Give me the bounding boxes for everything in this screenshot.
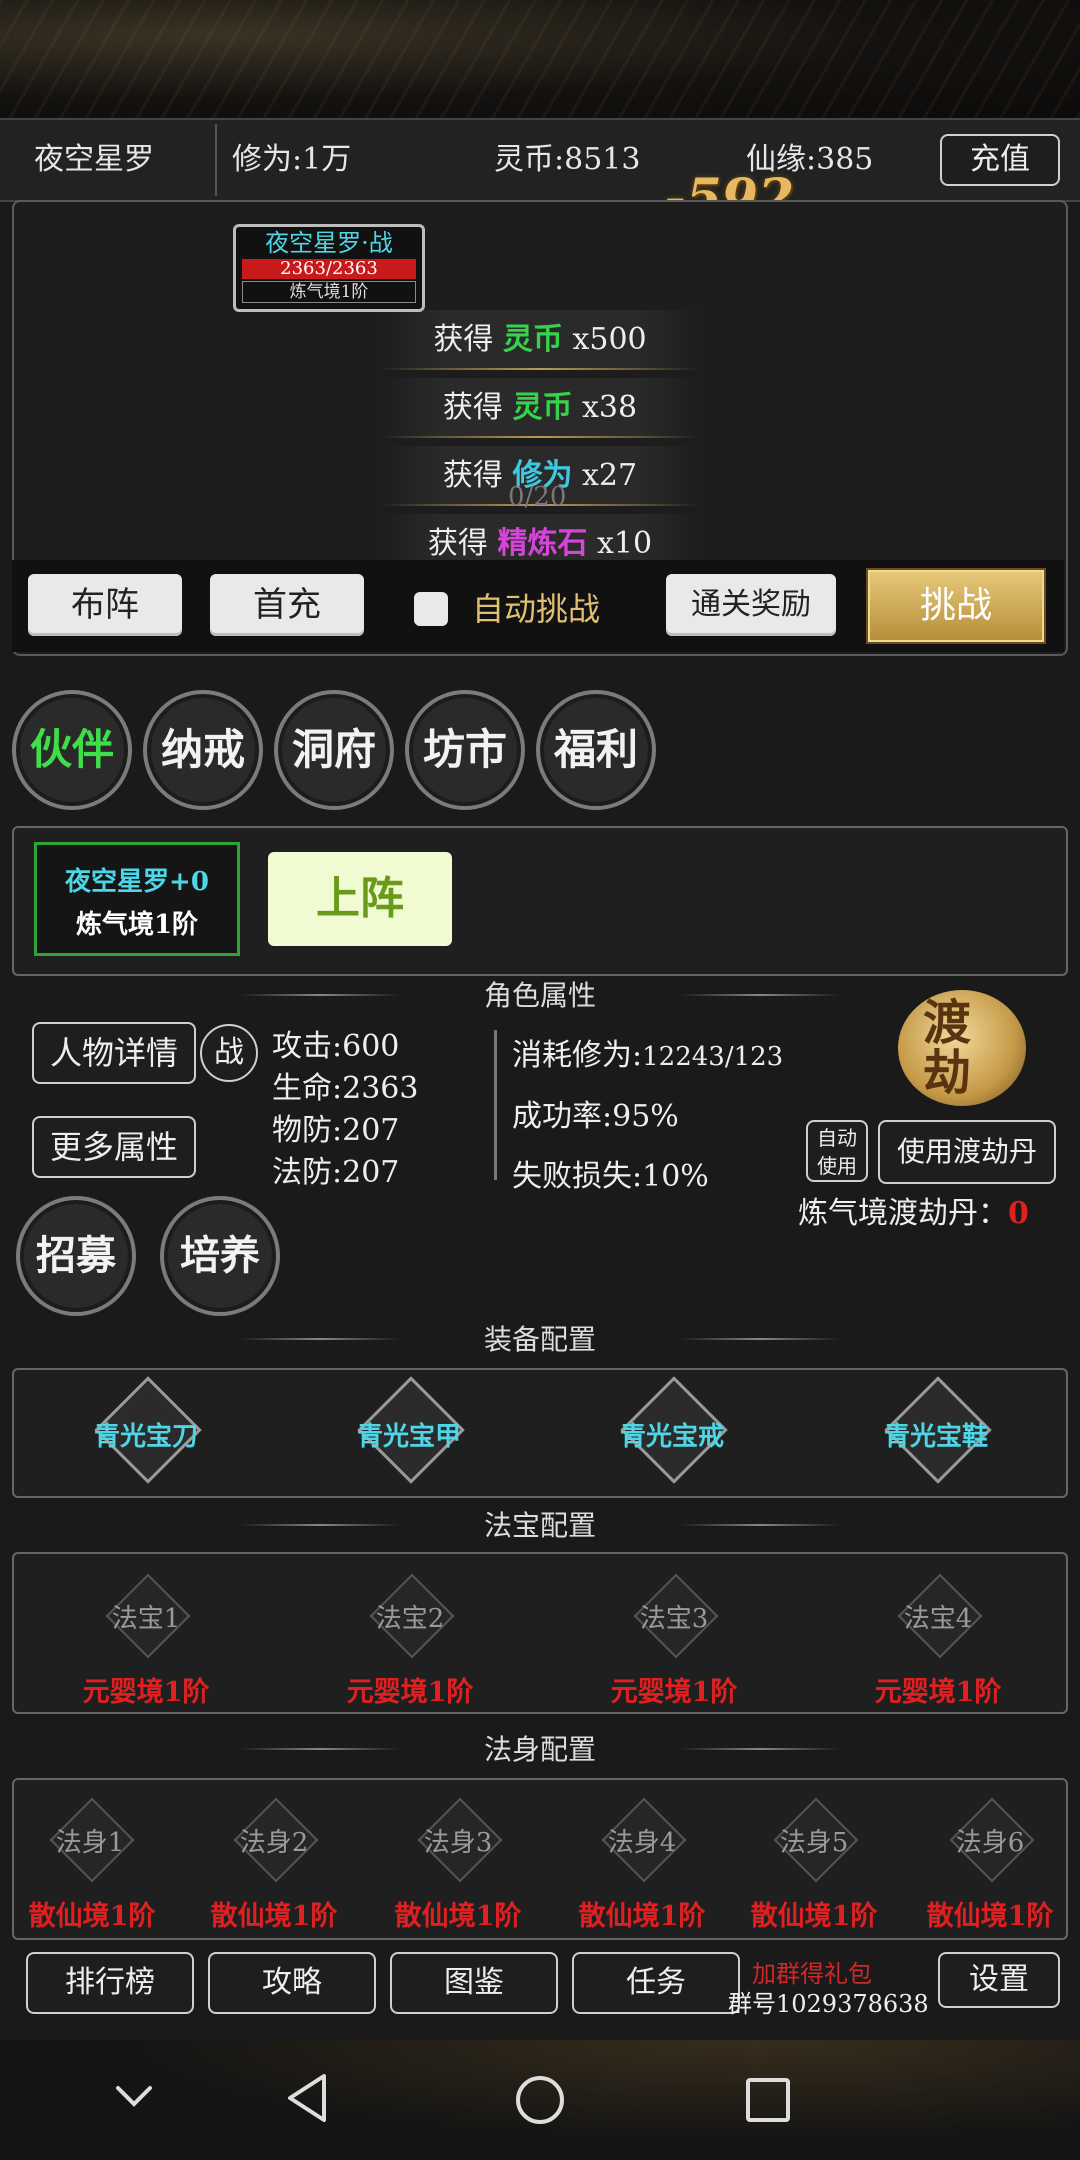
first-charge-button[interactable]: 首充 xyxy=(210,574,364,636)
divider xyxy=(215,124,217,196)
recent-apps-icon[interactable] xyxy=(744,2076,792,2124)
spirit-coin-value: 灵币:8513 xyxy=(494,142,641,177)
use-pill-button[interactable]: 使用渡劫丹 xyxy=(878,1120,1056,1184)
tasks-button[interactable]: 任务 xyxy=(572,1952,740,2014)
avatar-slot-label: 法身2 xyxy=(239,1828,309,1858)
treasures-title: 法宝配置 xyxy=(483,1509,596,1542)
home-icon[interactable] xyxy=(514,2074,566,2126)
character-detail-button[interactable]: 人物详情 xyxy=(32,1022,196,1084)
group-number[interactable]: 群号1029378638 xyxy=(728,1984,929,2019)
reward-line: 获得 灵币 x500 xyxy=(380,310,700,370)
avatar-slot-label: 法身1 xyxy=(55,1828,125,1858)
tab-storage-ring[interactable]: 纳戒 xyxy=(143,690,263,810)
tab-companion[interactable]: 伙伴 xyxy=(12,690,132,810)
avatar-slot-label: 法身6 xyxy=(955,1828,1025,1858)
recharge-button[interactable]: 充值 xyxy=(940,134,1060,186)
settings-button[interactable]: 设置 xyxy=(938,1952,1060,2008)
stat-pdef: 物防:207 xyxy=(272,1113,400,1148)
avatar-requirement: 散仙境1阶 xyxy=(750,1901,878,1932)
enemy-card[interactable]: 夜空星罗·战 2363/2363 炼气境1阶 xyxy=(233,224,425,312)
fail-loss: 失败损失:10% xyxy=(512,1159,709,1194)
enemy-name: 夜空星罗·战 xyxy=(265,229,393,257)
ranking-button[interactable]: 排行榜 xyxy=(26,1952,194,2014)
avatar-slot-label: 法身4 xyxy=(607,1828,677,1858)
cost-label: 消耗修为: xyxy=(512,1038,643,1073)
chevron-down-icon[interactable] xyxy=(114,2082,154,2112)
back-icon[interactable] xyxy=(284,2072,330,2124)
companion-realm: 炼气境1阶 xyxy=(75,910,199,940)
auto-use-toggle[interactable]: 自动 使用 xyxy=(806,1120,868,1182)
wave-progress: 0/20 xyxy=(508,482,567,512)
codex-button[interactable]: 图鉴 xyxy=(390,1952,558,2014)
challenge-button[interactable]: 挑战 xyxy=(868,570,1044,642)
treasure-slot-label: 法宝4 xyxy=(903,1604,973,1634)
auto-challenge-label[interactable]: 自动挑战 xyxy=(472,584,600,630)
top-decoration xyxy=(0,0,1080,118)
avatar-requirement: 散仙境1阶 xyxy=(578,1901,706,1932)
tab-market[interactable]: 坊市 xyxy=(405,690,525,810)
equipment-boots[interactable]: 青光宝鞋 xyxy=(836,1416,1036,1453)
train-button[interactable]: 培养 xyxy=(160,1196,280,1316)
auto-challenge-checkbox[interactable] xyxy=(414,592,448,626)
enemy-hp-bar: 2363/2363 xyxy=(242,259,416,279)
tribulation-text: 渡劫 xyxy=(922,995,1001,1101)
companion-name: 夜空星罗+0 xyxy=(65,867,209,897)
companion-card[interactable]: 夜空星罗+0 炼气境1阶 xyxy=(34,842,240,956)
treasure-slot-label: 法宝3 xyxy=(639,1604,709,1634)
system-nav-bar xyxy=(0,2040,1080,2160)
avatar-requirement: 散仙境1阶 xyxy=(210,1901,338,1932)
treasure-requirement: 元婴境1阶 xyxy=(346,1677,474,1708)
tab-cave[interactable]: 洞府 xyxy=(274,690,394,810)
treasure-slot-label: 法宝1 xyxy=(111,1604,181,1634)
treasure-requirement: 元婴境1阶 xyxy=(82,1677,210,1708)
enemy-realm: 炼气境1阶 xyxy=(242,281,416,303)
cultivation-value: 修为:1万 xyxy=(232,142,352,177)
pill-label: 炼气境渡劫丹： xyxy=(798,1196,1008,1231)
stat-hp: 生命:2363 xyxy=(272,1071,419,1106)
stat-mdef: 法防:207 xyxy=(272,1155,400,1190)
pill-count: 0 xyxy=(1008,1196,1029,1231)
pill-count-row: 炼气境渡劫丹：0 xyxy=(798,1188,1029,1232)
guide-button[interactable]: 攻略 xyxy=(208,1952,376,2014)
avatar-requirement: 散仙境1阶 xyxy=(28,1901,156,1932)
success-rate: 成功率:95% xyxy=(512,1099,679,1134)
equipment-weapon[interactable]: 青光宝刀 xyxy=(46,1416,246,1453)
treasure-requirement: 元婴境1阶 xyxy=(874,1677,1002,1708)
tribulation-info: 消耗修为:12243/123 成功率:95% 失败损失:10% xyxy=(512,1026,783,1207)
deploy-button[interactable]: 上阵 xyxy=(268,852,452,946)
avatar-slot-label: 法身5 xyxy=(779,1828,849,1858)
avatars-title: 法身配置 xyxy=(483,1733,596,1766)
avatar-requirement: 散仙境1阶 xyxy=(394,1901,522,1932)
equipment-ring[interactable]: 青光宝戒 xyxy=(572,1416,772,1453)
treasure-requirement: 元婴境1阶 xyxy=(610,1677,738,1708)
divider xyxy=(494,1030,497,1180)
avatar-slot-label: 法身3 xyxy=(423,1828,493,1858)
equipment-title: 装备配置 xyxy=(483,1323,596,1356)
tribulation-emblem[interactable]: 渡劫 xyxy=(898,990,1026,1106)
reward-line: 获得 灵币 x38 xyxy=(380,378,700,438)
avatar-requirement: 散仙境1阶 xyxy=(926,1901,1054,1932)
treasure-slot-label: 法宝2 xyxy=(375,1604,445,1634)
cost-value: 12243/123 xyxy=(642,1042,784,1072)
more-attributes-button[interactable]: 更多属性 xyxy=(32,1116,196,1178)
recruit-button[interactable]: 招募 xyxy=(16,1196,136,1316)
player-name: 夜空星罗 xyxy=(34,142,154,177)
battle-badge[interactable]: 战 xyxy=(200,1024,258,1082)
stats-list: 攻击:600 生命:2363 物防:207 法防:207 xyxy=(272,1026,418,1194)
formation-button[interactable]: 布阵 xyxy=(28,574,182,636)
tab-welfare[interactable]: 福利 xyxy=(536,690,656,810)
status-bar: 夜空星罗 修为:1万 灵币:8513 仙缘:385 充值 xyxy=(0,118,1080,202)
equipment-armor[interactable]: 青光宝甲 xyxy=(309,1416,509,1453)
clear-reward-button[interactable]: 通关奖励 xyxy=(666,574,836,636)
stat-attack: 攻击:600 xyxy=(272,1029,400,1064)
